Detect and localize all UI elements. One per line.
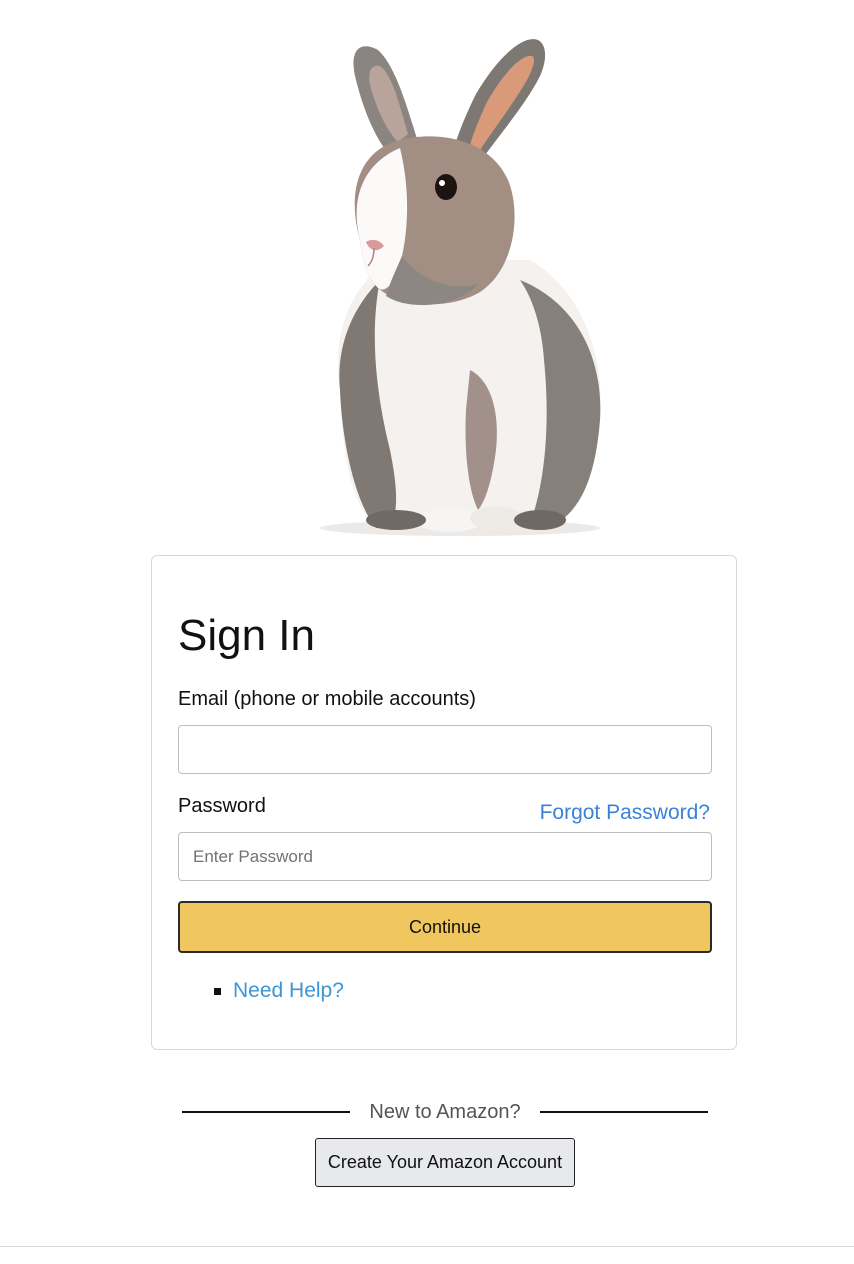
email-field[interactable] bbox=[178, 725, 712, 774]
list-item: Need Help? bbox=[214, 978, 344, 1004]
email-label: Email (phone or mobile accounts) bbox=[178, 688, 476, 710]
divider-line-right bbox=[540, 1111, 708, 1113]
need-help-link[interactable]: Need Help? bbox=[233, 978, 344, 1004]
continue-button[interactable]: Continue bbox=[178, 901, 712, 953]
password-label: Password bbox=[178, 795, 266, 817]
footer-divider bbox=[0, 1246, 854, 1247]
password-field[interactable] bbox=[178, 832, 712, 881]
bullet-icon bbox=[214, 987, 221, 995]
rabbit-image bbox=[320, 39, 601, 536]
create-account-button[interactable]: Create Your Amazon Account bbox=[315, 1138, 575, 1187]
forgot-password-link[interactable]: Forgot Password? bbox=[540, 801, 710, 825]
page-title: Sign In bbox=[178, 611, 315, 660]
new-customer-divider: New to Amazon? bbox=[182, 1098, 708, 1126]
signin-card: Sign In Email (phone or mobile accounts)… bbox=[151, 555, 737, 1050]
help-list: Need Help? bbox=[214, 978, 344, 1004]
